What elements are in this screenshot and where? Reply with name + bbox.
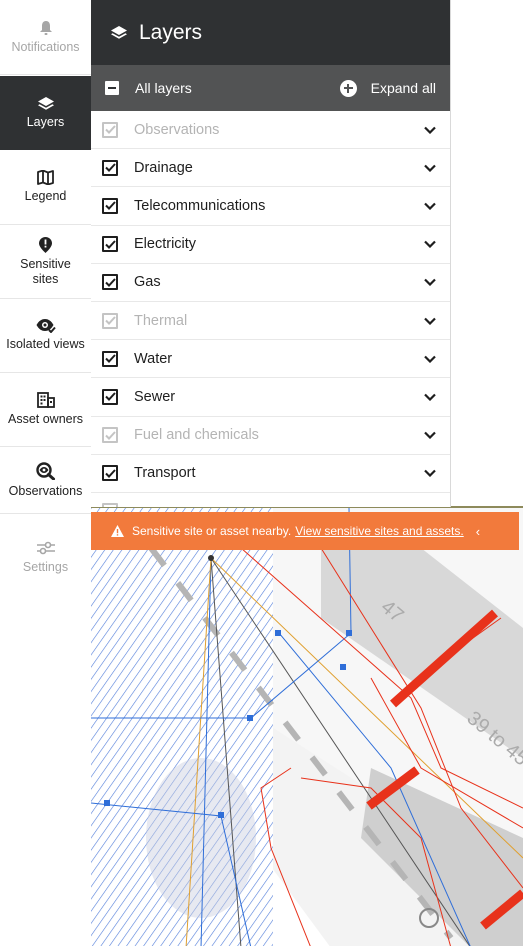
chevron-down-icon[interactable]: [424, 469, 436, 478]
chevron-down-icon[interactable]: [424, 393, 436, 401]
checkmark-icon: [104, 316, 116, 325]
nav-settings[interactable]: Settings: [0, 522, 91, 592]
sensitive-site-banner: Sensitive site or asset nearby. View sen…: [91, 512, 519, 550]
checkmark-icon: [104, 125, 116, 135]
nav-label: Observations: [8, 483, 83, 498]
sliders-icon: [36, 541, 55, 554]
chevron-down-icon[interactable]: [424, 317, 436, 325]
checkmark-icon: [104, 392, 116, 402]
layer-checkbox[interactable]: [102, 350, 118, 367]
layer-label: Transport: [134, 465, 196, 482]
layer-row[interactable]: Drainage: [91, 149, 450, 188]
expand-all-label: Expand all: [370, 80, 436, 96]
layer-checkbox[interactable]: [102, 121, 118, 138]
nav-layers[interactable]: Layers: [0, 76, 91, 150]
layer-checkbox[interactable]: [102, 312, 118, 329]
checkmark-icon: [104, 354, 116, 364]
layer-checkbox[interactable]: [102, 197, 118, 214]
chevron-down-icon[interactable]: [424, 240, 436, 249]
nav-asset-owners[interactable]: Asset owners: [0, 373, 91, 447]
layer-checkbox[interactable]: [102, 388, 118, 405]
layer-checkbox[interactable]: [102, 427, 118, 444]
collapse-banner-button[interactable]: ‹: [476, 524, 480, 539]
nav-label: Sensitive sites: [20, 256, 71, 286]
plus-circle-icon: [339, 79, 357, 97]
checkmark-icon: [104, 469, 116, 478]
layers-panel: Layers All layers Expand all Observation…: [91, 0, 450, 507]
layer-row[interactable]: Telecommunications: [91, 187, 450, 226]
panel-title: Layers: [139, 20, 203, 44]
layer-label: Telecommunications: [134, 197, 266, 214]
all-layers-row: All layers Expand all: [91, 65, 450, 111]
layer-label: Sewer: [134, 388, 176, 405]
side-nav-rail: Notifications Layers Legend Sensitive si…: [0, 0, 92, 946]
checkmark-icon: [104, 430, 116, 440]
nav-label: Layers: [26, 114, 65, 129]
layer-label: Water: [134, 350, 173, 367]
eye-check-icon: [36, 319, 56, 333]
checkmark-icon: [104, 163, 116, 173]
bell-icon: [39, 20, 52, 35]
location-alert-icon: [39, 236, 52, 253]
layer-checkbox[interactable]: [102, 274, 118, 291]
layer-row[interactable]: Fuel and chemicals: [91, 417, 450, 455]
layer-checkbox[interactable]: [102, 236, 118, 253]
layer-row[interactable]: Transport: [91, 455, 450, 493]
chevron-down-icon[interactable]: [424, 431, 436, 440]
layer-row[interactable]: Gas: [91, 264, 450, 302]
chevron-down-icon[interactable]: [424, 164, 436, 172]
layer-checkbox: [102, 503, 118, 507]
layers-icon: [111, 25, 127, 39]
nav-notifications[interactable]: Notifications: [0, 0, 91, 75]
building-icon: [36, 392, 55, 408]
all-layers-checkbox[interactable]: [105, 81, 119, 95]
layer-label: Drainage: [134, 159, 193, 176]
layer-checkbox[interactable]: [102, 159, 118, 176]
banner-text: Sensitive site or asset nearby.: [132, 524, 292, 538]
layer-label: Gas: [134, 274, 161, 291]
chevron-down-icon[interactable]: [424, 126, 436, 134]
expand-all-button[interactable]: Expand all: [339, 79, 436, 97]
layers-icon: [37, 96, 54, 110]
layer-row[interactable]: Thermal: [91, 302, 450, 341]
layer-label: Fuel and chemicals: [134, 427, 259, 444]
panel-header: Layers: [91, 0, 450, 65]
layer-row[interactable]: Sewer: [91, 378, 450, 417]
nav-sensitive-sites[interactable]: Sensitive sites: [0, 225, 91, 299]
nav-label: Legend: [24, 189, 67, 203]
nav-legend[interactable]: Legend: [0, 150, 91, 225]
nav-isolated-views[interactable]: Isolated views: [0, 299, 91, 373]
layer-label: Observations: [134, 121, 220, 138]
layer-row[interactable]: Electricity: [91, 226, 450, 264]
layer-list: Observations Drainage Telecommunications El…: [91, 111, 450, 507]
layer-label: Electricity: [134, 236, 197, 253]
all-layers-label: All layers: [135, 80, 192, 96]
nav-label: Notifications: [11, 39, 80, 54]
magnifier-eye-icon: [35, 461, 55, 480]
nav-label: Settings: [22, 559, 69, 574]
map-icon: [37, 170, 54, 185]
map-graphics: 47 39 to 45: [91, 508, 523, 946]
checkmark-icon: [104, 239, 116, 249]
map-canvas[interactable]: 47 39 to 45: [91, 506, 523, 946]
nav-label: Asset owners: [7, 412, 84, 426]
chevron-down-icon[interactable]: [424, 202, 436, 210]
layer-label: Thermal: [134, 312, 188, 329]
checkmark-icon: [104, 201, 116, 211]
chevron-down-icon[interactable]: [424, 355, 436, 363]
layer-row-partial: [91, 493, 450, 507]
nav-observations[interactable]: Observations: [0, 447, 91, 514]
layer-checkbox[interactable]: [102, 465, 118, 482]
nav-label: Isolated views: [6, 337, 85, 351]
layer-row[interactable]: Observations: [91, 111, 450, 150]
view-sensitive-sites-link[interactable]: View sensitive sites and assets.: [295, 524, 464, 538]
checkmark-icon: [104, 278, 116, 287]
warning-icon: [111, 525, 124, 537]
layer-row[interactable]: Water: [91, 340, 450, 379]
chevron-down-icon[interactable]: [424, 278, 436, 287]
